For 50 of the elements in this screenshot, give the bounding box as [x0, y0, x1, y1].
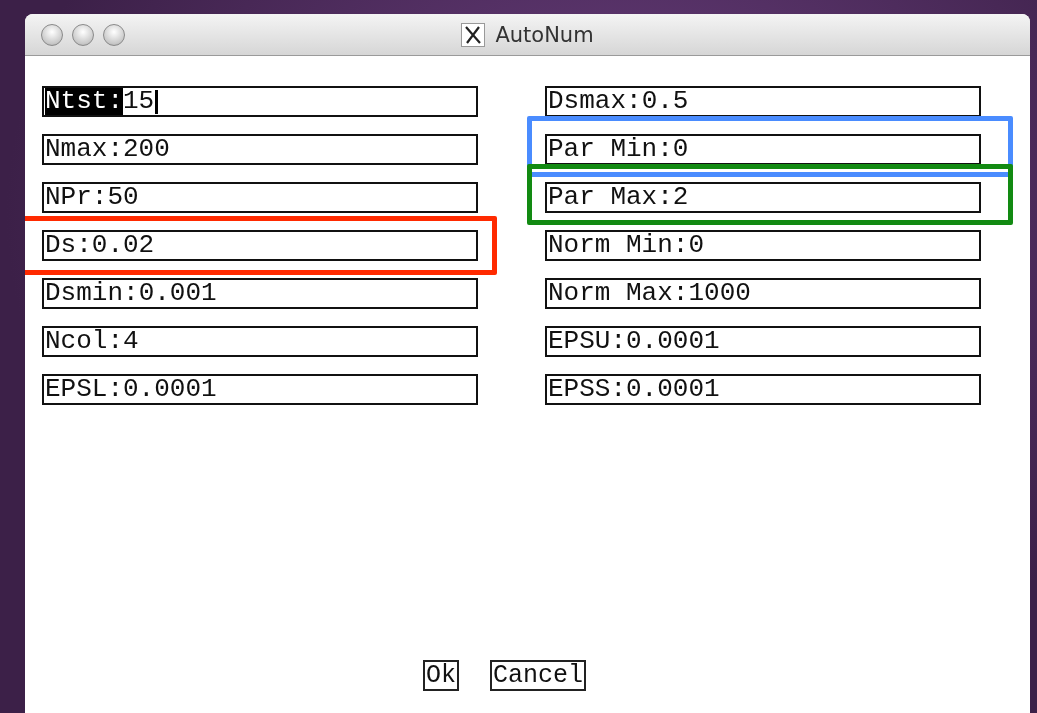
field-label: Ntst:	[45, 88, 123, 115]
input-field[interactable]: Norm Min:0	[545, 230, 981, 261]
field-value: 0.02	[91, 232, 155, 259]
field-value: 0.5	[641, 88, 689, 115]
field-label: EPSL:	[45, 376, 123, 403]
field-value: 50	[107, 184, 139, 211]
field-value: 0.0001	[626, 376, 720, 403]
input-field[interactable]: Par Min:0	[545, 134, 981, 165]
field-label: Norm Min:	[548, 232, 689, 259]
field-value: 2	[672, 184, 689, 211]
text-cursor	[155, 89, 159, 114]
field-label: NPr:	[45, 184, 108, 211]
x-logo-icon	[461, 22, 486, 47]
field-label: Dsmin:	[45, 280, 139, 307]
field-label: Dsmax:	[548, 88, 642, 115]
input-field[interactable]: NPr:50	[42, 182, 478, 213]
input-field[interactable]: Par Max:2	[545, 182, 981, 213]
input-field[interactable]: Ds:0.02	[42, 230, 478, 261]
input-field[interactable]: EPSU:0.0001	[545, 326, 981, 357]
field-label: EPSS:	[548, 376, 626, 403]
dialog-button[interactable]: Cancel	[490, 660, 587, 691]
window-title: AutoNum	[495, 22, 594, 47]
input-field[interactable]: Nmax:200	[42, 134, 478, 165]
field-value: 0.001	[138, 280, 217, 307]
field-value: 0	[672, 136, 689, 163]
field-label: EPSU:	[548, 328, 626, 355]
input-field[interactable]: Dsmax:0.5	[545, 86, 981, 117]
field-value: 0.0001	[626, 328, 720, 355]
field-label: Par Min:	[548, 136, 673, 163]
field-label: Nmax:	[45, 136, 123, 163]
field-label: Ds:	[45, 232, 92, 259]
input-field[interactable]: Norm Max:1000	[545, 278, 981, 309]
field-value: 15	[123, 88, 155, 115]
field-label: Ncol:	[45, 328, 123, 355]
field-value: 4	[123, 328, 139, 355]
close-button[interactable]	[41, 23, 63, 46]
minimize-button[interactable]	[72, 23, 94, 46]
dialog-button[interactable]: Ok	[423, 660, 459, 691]
input-field[interactable]: EPSS:0.0001	[545, 374, 981, 405]
input-field[interactable]: EPSL:0.0001	[42, 374, 478, 405]
input-field[interactable]: Ncol:4	[42, 326, 478, 357]
field-value: 1000	[688, 280, 751, 307]
zoom-button[interactable]	[103, 23, 125, 46]
field-value: 0.0001	[123, 376, 217, 403]
input-field[interactable]: Dsmin:0.001	[42, 278, 478, 309]
input-field[interactable]: Ntst:15	[42, 86, 478, 117]
field-value: 0	[688, 232, 705, 259]
field-value: 200	[123, 136, 170, 163]
field-label: Par Max:	[548, 184, 673, 211]
field-label: Norm Max:	[548, 280, 689, 307]
